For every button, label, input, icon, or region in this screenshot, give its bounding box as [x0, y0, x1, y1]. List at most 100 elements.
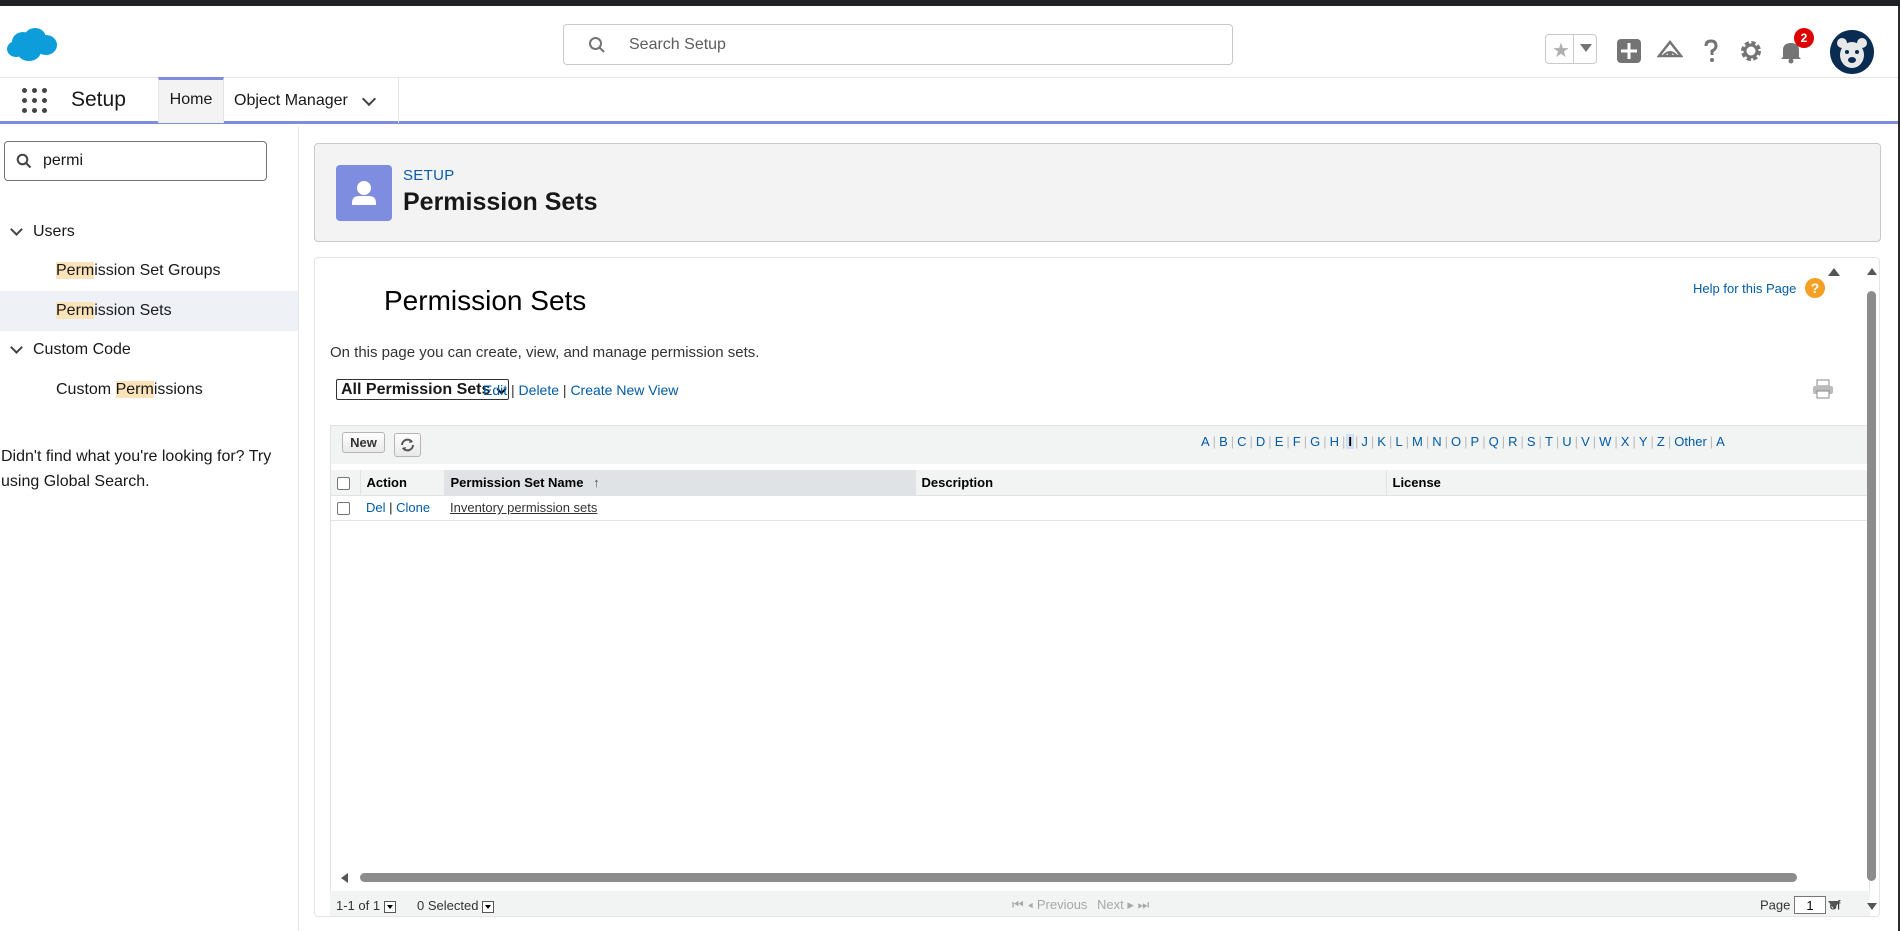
- alpha-filter-a[interactable]: A: [1199, 434, 1212, 449]
- alpha-filter-p[interactable]: P: [1469, 434, 1482, 449]
- alpha-filter-b[interactable]: B: [1217, 434, 1230, 449]
- trailhead-icon[interactable]: [1657, 38, 1683, 64]
- star-icon: ★: [1552, 40, 1570, 62]
- scroll-up-icon[interactable]: [1867, 268, 1877, 275]
- permission-set-link[interactable]: Inventory permission sets: [450, 500, 597, 515]
- alpha-filter-h[interactable]: H: [1328, 434, 1341, 449]
- outer-scroll-down-icon[interactable]: [1828, 901, 1840, 909]
- classic-content-frame: Permission Sets Help for this Page ? On …: [314, 257, 1880, 917]
- page-label: Page: [1760, 897, 1791, 913]
- salesforce-logo[interactable]: [6, 26, 58, 64]
- alpha-filter-s[interactable]: S: [1525, 434, 1538, 449]
- notification-badge: 2: [1794, 28, 1814, 48]
- chevron-down-icon[interactable]: [384, 900, 397, 913]
- create-new-view-link[interactable]: Create New View: [570, 382, 678, 398]
- permission-set-icon: [336, 165, 392, 221]
- column-license[interactable]: License: [1385, 470, 1871, 496]
- alpha-filter-y[interactable]: Y: [1637, 434, 1650, 449]
- alpha-filter-u[interactable]: U: [1560, 434, 1573, 449]
- alpha-filter-k[interactable]: K: [1375, 434, 1388, 449]
- quick-find-box[interactable]: [4, 141, 267, 181]
- alpha-filter-n[interactable]: N: [1430, 434, 1443, 449]
- sidebar-group-users[interactable]: Users: [0, 213, 298, 251]
- license-cell: [1386, 495, 1871, 521]
- alpha-filter-g[interactable]: G: [1308, 434, 1322, 449]
- scroll-thumb[interactable]: [1867, 291, 1876, 881]
- row-checkbox[interactable]: [337, 502, 350, 516]
- chevron-down-icon[interactable]: [10, 341, 23, 354]
- horizontal-scrollbar[interactable]: [331, 867, 1871, 885]
- sidebar-item-custom-permissions[interactable]: Custom Permissions: [0, 370, 298, 410]
- outer-scroll-up-icon[interactable]: [1828, 268, 1840, 276]
- next-link[interactable]: Next: [1097, 897, 1124, 912]
- scroll-down-icon[interactable]: [1867, 903, 1877, 910]
- scroll-thumb[interactable]: [360, 873, 1797, 882]
- alpha-filter-a-all[interactable]: A: [1714, 434, 1727, 449]
- selected-count[interactable]: 0 Selected: [417, 898, 495, 913]
- last-page-icon[interactable]: ⏭: [1138, 897, 1150, 912]
- edit-view-link[interactable]: Edit: [483, 382, 507, 398]
- new-button[interactable]: New: [342, 432, 385, 453]
- alpha-filter-c[interactable]: C: [1235, 434, 1248, 449]
- quick-find-input[interactable]: [43, 150, 253, 172]
- alpha-filter-e[interactable]: E: [1273, 434, 1286, 449]
- help-link[interactable]: Help for this Page: [1693, 281, 1796, 296]
- previous-link[interactable]: Previous: [1037, 897, 1088, 912]
- search-setup-box[interactable]: Search Setup: [563, 24, 1233, 65]
- delete-link[interactable]: Del: [366, 500, 386, 515]
- sidebar-item-permission-set-groups[interactable]: Permission Set Groups: [0, 251, 298, 291]
- alpha-filter-v[interactable]: V: [1579, 434, 1592, 449]
- user-icon: [352, 181, 376, 205]
- record-range[interactable]: 1-1 of 1: [336, 898, 397, 913]
- alpha-filter-f[interactable]: F: [1291, 434, 1303, 449]
- column-permission-set-name[interactable]: Permission Set Name ↑: [443, 470, 915, 496]
- printer-icon[interactable]: [1811, 379, 1835, 399]
- alpha-filter-t[interactable]: T: [1543, 434, 1555, 449]
- next-arrow-icon[interactable]: ▸: [1127, 897, 1134, 912]
- chevron-down-icon[interactable]: [10, 223, 23, 236]
- sidebar-item-permission-sets[interactable]: Permission Sets: [0, 291, 298, 331]
- sidebar-item-label: ission Sets: [94, 302, 172, 319]
- alpha-filter-other[interactable]: Other: [1672, 434, 1709, 449]
- user-avatar[interactable]: [1830, 30, 1874, 74]
- sidebar-group-custom-code[interactable]: Custom Code: [0, 331, 298, 369]
- alpha-filter-r[interactable]: R: [1506, 434, 1519, 449]
- alpha-filter-l[interactable]: L: [1393, 434, 1404, 449]
- alpha-filter-o[interactable]: O: [1449, 434, 1463, 449]
- chevron-down-icon[interactable]: [1580, 44, 1592, 52]
- app-launcher-icon[interactable]: [22, 88, 48, 114]
- tab-object-manager[interactable]: Object Manager: [224, 78, 399, 123]
- alpha-filter-d[interactable]: D: [1254, 434, 1267, 449]
- chevron-down-icon[interactable]: [482, 900, 495, 913]
- refresh-button[interactable]: [394, 433, 421, 457]
- favorites-button[interactable]: ★: [1545, 34, 1597, 64]
- help-icon[interactable]: ?: [1805, 278, 1825, 298]
- first-page-icon[interactable]: ⏮: [1012, 897, 1024, 912]
- scroll-left-icon[interactable]: [341, 873, 348, 883]
- inner-vertical-scrollbar[interactable]: [1863, 258, 1879, 916]
- alpha-filter-j[interactable]: J: [1359, 434, 1370, 449]
- list-footer: 1-1 of 1 0 Selected ⏮ ◂ Previous Next ▸ …: [330, 891, 1870, 916]
- alpha-filter-q[interactable]: Q: [1487, 434, 1501, 449]
- search-placeholder: Search Setup: [629, 36, 726, 53]
- permission-set-name-cell: Inventory permission sets: [444, 495, 915, 521]
- clone-link[interactable]: Clone: [396, 500, 430, 515]
- alpha-filter-w[interactable]: W: [1597, 434, 1613, 449]
- sidebar-group-label: Custom Code: [33, 341, 131, 358]
- setup-window: Search Setup ★ 2 Setup Home Object Manag…: [0, 0, 1900, 931]
- alpha-filter-m[interactable]: M: [1410, 434, 1425, 449]
- help-icon[interactable]: [1698, 38, 1724, 64]
- alpha-filter-i[interactable]: I: [1346, 434, 1355, 449]
- alpha-filter-z[interactable]: Z: [1655, 434, 1667, 449]
- prev-arrow-icon[interactable]: ◂: [1027, 897, 1033, 912]
- select-all-checkbox[interactable]: [337, 476, 350, 490]
- column-description[interactable]: Description: [914, 470, 1386, 496]
- tab-home[interactable]: Home: [158, 77, 224, 123]
- alpha-filter-x[interactable]: X: [1619, 434, 1632, 449]
- delete-view-link[interactable]: Delete: [519, 382, 559, 398]
- gear-icon[interactable]: [1738, 38, 1764, 64]
- add-icon[interactable]: [1616, 38, 1642, 64]
- page-number-input[interactable]: [1794, 896, 1826, 914]
- sidebar-item-label: issions: [153, 381, 203, 398]
- chevron-down-icon[interactable]: [361, 91, 377, 107]
